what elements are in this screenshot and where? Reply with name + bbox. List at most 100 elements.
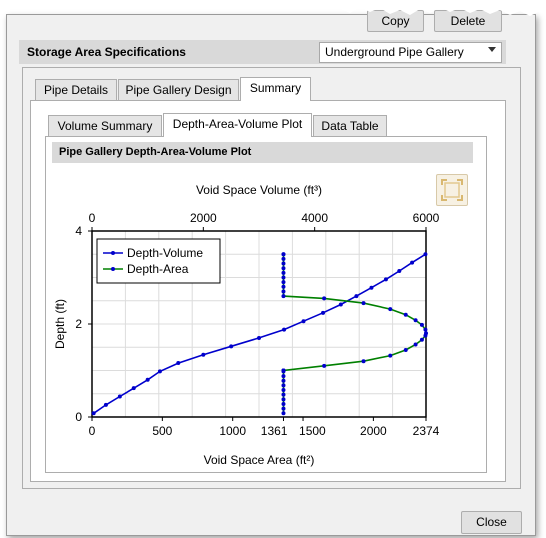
tab-label: Pipe Details [43,83,109,97]
data-point-depth-area [423,327,428,332]
data-point-depth-volume [282,327,287,332]
legend: Depth-Volume Depth-Area [96,238,221,284]
data-point-depth-area [281,266,286,271]
x-bottom-tick-label: 2000 [360,424,387,438]
data-point-depth-volume [338,302,343,307]
tab-label: Volume Summary [57,119,153,133]
x-top-tick-label: 0 [89,211,96,225]
x-bottom-tick-label: 1361 [261,424,288,438]
data-point-depth-area [419,322,424,327]
data-point-depth-volume [176,361,181,366]
x-axis-bottom-label: Void Space Area (ft²) [204,453,315,467]
y-tick-label: 0 [75,410,82,424]
tab-summary[interactable]: Summary [240,77,311,101]
data-point-depth-area [361,359,366,364]
data-point-depth-volume [369,285,374,290]
legend-swatch-marker [111,251,115,255]
data-point-depth-area [281,374,286,379]
legend-label: Depth-Volume [127,246,203,260]
data-point-depth-area [281,406,286,411]
tab-label: Depth-Area-Volume Plot [172,117,303,131]
data-point-depth-area [388,307,393,312]
data-point-depth-area [281,256,286,261]
data-point-depth-volume [145,377,150,382]
data-point-depth-volume [397,268,402,273]
data-point-depth-area [281,275,286,280]
storage-area-header: Storage Area Specifications Underground … [19,40,506,64]
data-point-depth-area [281,397,286,402]
data-point-depth-area [281,280,286,285]
data-point-depth-volume [131,386,136,391]
tab-label: Data Table [321,119,379,133]
tab-volume-summary[interactable]: Volume Summary [48,115,162,137]
depth-area-volume-chart: 0 500 1000 1361 1500 2000 2374 0 2000 4000 6000 0 2 4… [53,183,440,467]
data-point-depth-area [322,363,327,368]
data-point-depth-area [322,296,327,301]
data-point-depth-area [281,401,286,406]
tab-depth-area-volume-plot[interactable]: Depth-Area-Volume Plot [163,113,312,137]
close-button[interactable]: Close [461,511,522,534]
data-point-depth-area [361,301,366,306]
storage-type-dropdown[interactable]: Underground Pipe Gallery [319,42,502,63]
x-bottom-tick-label: 0 [89,424,96,438]
plot-title: Pipe Gallery Depth-Area-Volume Plot [59,146,252,158]
data-point-depth-volume [301,319,306,324]
data-point-depth-area [413,318,418,323]
x-bottom-tick-label: 1500 [299,424,326,438]
y-tick-label: 2 [75,317,82,331]
data-point-depth-area [424,331,428,336]
tab-data-table[interactable]: Data Table [313,115,387,137]
data-point-depth-area [388,353,393,358]
data-point-depth-volume [201,352,206,357]
data-point-depth-area [281,270,286,275]
data-point-depth-area [403,348,408,353]
tear-overlay [340,0,546,16]
data-point-depth-area [281,289,286,294]
data-point-depth-volume [383,277,388,282]
x-bottom-tick-label: 1000 [219,424,246,438]
section-title: Storage Area Specifications [27,45,186,59]
data-point-depth-volume [117,394,122,399]
data-point-depth-volume [229,344,234,349]
data-point-depth-area [281,284,286,289]
y-axis-label: Depth (ft) [53,299,67,349]
plot-header: Pipe Gallery Depth-Area-Volume Plot [52,142,473,163]
data-point-depth-area [281,392,286,397]
tab-label: Pipe Gallery Design [125,83,232,97]
tab-pipe-gallery-design[interactable]: Pipe Gallery Design [118,79,239,101]
x-bottom-tick-label: 2374 [413,424,440,438]
close-button-label: Close [476,515,507,529]
data-point-depth-area [281,383,286,388]
tab-pipe-details[interactable]: Pipe Details [35,79,117,101]
x-top-tick-label: 4000 [301,211,328,225]
chevron-down-icon [488,47,496,52]
data-point-depth-area [281,294,286,299]
data-point-depth-volume [354,294,359,299]
data-point-depth-volume [103,402,108,407]
legend-label: Depth-Area [127,262,189,276]
data-point-depth-area [281,368,286,373]
data-point-depth-volume [257,335,261,340]
data-point-depth-area [281,261,286,266]
data-point-depth-area [413,342,418,347]
data-point-depth-area [281,252,286,257]
data-point-depth-volume [410,260,415,265]
data-point-depth-area [419,337,424,342]
y-tick-label: 4 [75,224,82,238]
x-top-tick-label: 6000 [413,211,440,225]
x-axis-top-label: Void Space Volume (ft³) [196,183,322,197]
legend-swatch-marker [111,267,115,271]
tab-label: Summary [249,81,302,95]
data-point-depth-volume [157,369,162,374]
data-point-depth-volume [423,252,428,257]
x-bottom-tick-label: 500 [152,424,172,438]
data-point-depth-area [281,388,286,393]
data-point-depth-area [403,312,408,317]
series-line-depth-area [282,254,427,414]
data-point-depth-volume [321,310,326,315]
data-point-depth-area [281,378,286,383]
data-point-depth-volume [91,411,96,416]
x-top-tick-label: 2000 [190,211,217,225]
dropdown-value: Underground Pipe Gallery [325,45,464,59]
data-point-depth-area [281,411,286,416]
